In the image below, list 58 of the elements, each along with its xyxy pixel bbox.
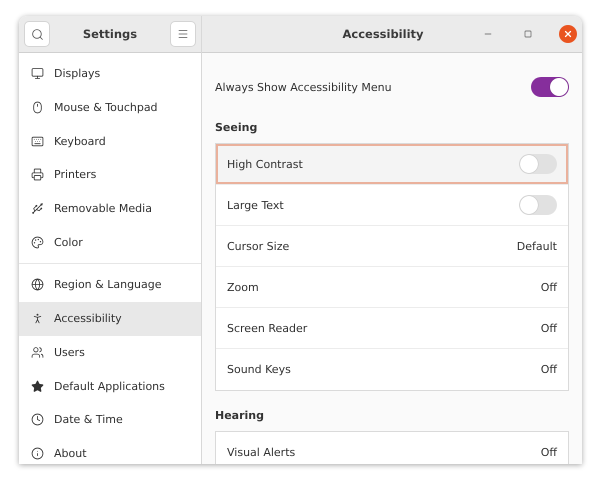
setting-label: Sound Keys (227, 363, 291, 376)
sidebar-item[interactable]: Keyboard (19, 124, 201, 158)
maximize-icon (524, 30, 532, 38)
setting-label: Screen Reader (227, 322, 308, 334)
keyboard-icon (31, 134, 44, 148)
sidebar-title: Settings (82, 27, 138, 41)
setting-value: Off (540, 363, 557, 376)
palette-icon (31, 236, 44, 249)
sidebar-item[interactable]: Printers (19, 158, 201, 192)
toggle-switch[interactable] (519, 154, 557, 174)
info-icon (31, 446, 44, 460)
page-title: Accessibility (341, 27, 425, 41)
setting-label: High Contrast (227, 158, 303, 170)
settings-row[interactable]: Screen Reader Off (216, 308, 568, 349)
menu-button[interactable] (170, 21, 196, 47)
search-icon (30, 28, 44, 40)
setting-value: Off (540, 280, 557, 294)
sidebar-item[interactable]: Date & Time (19, 402, 201, 437)
sidebar-item[interactable]: Region & Language (19, 268, 201, 302)
sidebar-item[interactable]: Default Applications (19, 369, 201, 403)
setting-value: Off (540, 322, 557, 334)
usb-icon (31, 202, 44, 216)
clock-icon (31, 413, 44, 426)
sidebar-item[interactable]: Color (19, 225, 201, 260)
users-icon (31, 346, 44, 359)
globe-icon (31, 278, 44, 292)
section-heading: Hearing (215, 409, 265, 422)
person-icon (31, 312, 44, 326)
setting-label: Cursor Size (227, 240, 290, 252)
search-button[interactable] (24, 21, 50, 47)
close-icon (563, 29, 573, 39)
setting-value: Off (540, 446, 557, 459)
settings-row[interactable]: Large Text (216, 185, 568, 226)
sidebar-item[interactable]: Mouse & Touchpad (19, 90, 201, 124)
toggle-switch[interactable] (531, 77, 569, 97)
setting-label: Large Text (227, 198, 284, 212)
close-button[interactable] (559, 25, 577, 43)
settings-row[interactable]: High Contrast (216, 144, 568, 185)
setting-label: Visual Alerts (227, 446, 296, 459)
sidebar-item[interactable]: Accessibility (19, 302, 201, 336)
sidebar-item[interactable]: Users (19, 336, 201, 370)
settings-row[interactable]: Sound Keys Off (216, 349, 568, 390)
section-heading: Seeing (215, 121, 258, 134)
settings-row[interactable]: Visual Alerts Off (216, 432, 568, 464)
setting-value: Default (516, 240, 557, 252)
monitor-icon (31, 67, 44, 80)
printer-icon (31, 168, 44, 182)
toggle-switch[interactable] (519, 195, 557, 215)
star-icon (31, 380, 44, 393)
sidebar-item[interactable]: Displays (19, 57, 201, 91)
mouse-icon (31, 101, 44, 114)
sidebar-item[interactable]: Removable Media (19, 192, 201, 226)
setting-label: Zoom (227, 280, 259, 294)
menu-icon (177, 28, 189, 40)
sidebar-item[interactable]: About (19, 436, 201, 464)
settings-row[interactable]: Zoom Off (216, 267, 568, 308)
setting-label: Always Show Accessibility Menu (215, 80, 392, 94)
settings-row[interactable]: Cursor Size Default (216, 226, 568, 267)
